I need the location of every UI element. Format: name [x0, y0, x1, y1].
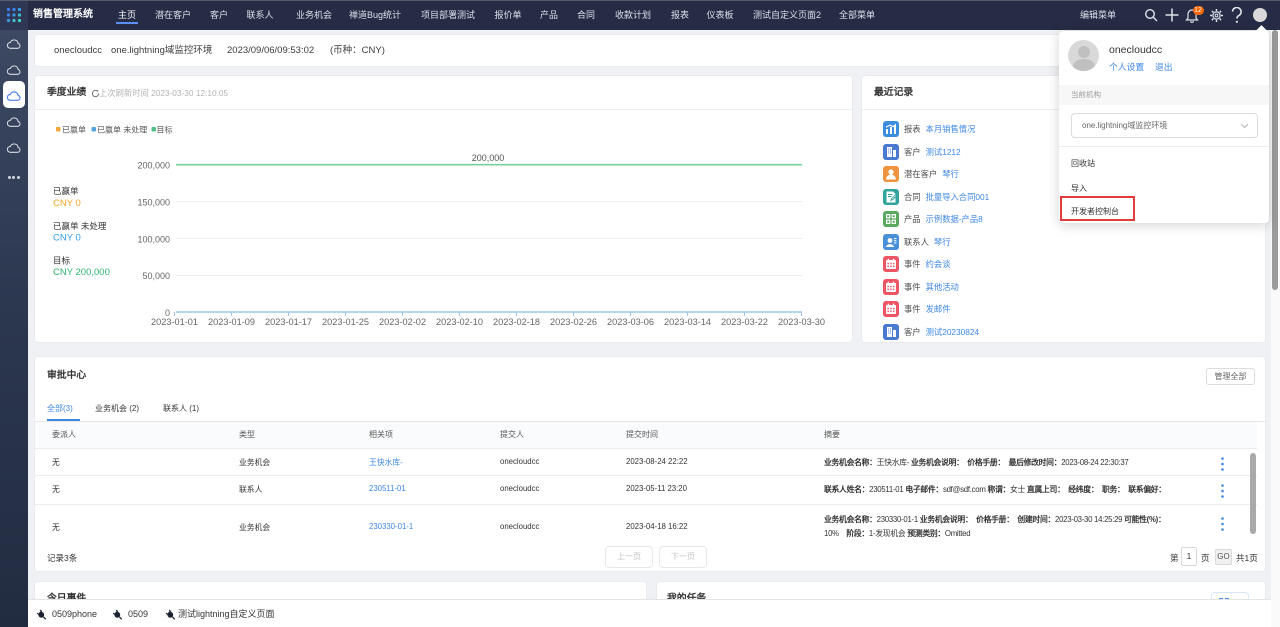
svg-text:150,000: 150,000	[137, 198, 170, 208]
svg-text:CNY 0: CNY 0	[53, 198, 81, 209]
svg-text:2023-01-01: 2023-01-01	[151, 317, 198, 327]
svg-text:100,000: 100,000	[137, 234, 170, 244]
svg-text:2023-01-25: 2023-01-25	[322, 317, 369, 327]
svg-text:2023-02-10: 2023-02-10	[436, 317, 483, 327]
svg-text:已赢单: 已赢单	[62, 125, 86, 135]
svg-text:CNY 0: CNY 0	[53, 233, 81, 244]
svg-text:2023-02-18: 2023-02-18	[493, 317, 540, 327]
svg-text:2023-03-22: 2023-03-22	[721, 317, 768, 327]
svg-text:200,000: 200,000	[472, 153, 505, 163]
svg-text:2023-01-09: 2023-01-09	[208, 317, 255, 327]
svg-text:2023-03-30: 2023-03-30	[778, 317, 825, 327]
svg-text:目标: 目标	[157, 125, 173, 135]
svg-text:2023-02-02: 2023-02-02	[379, 317, 426, 327]
svg-text:CNY 200,000: CNY 200,000	[53, 267, 110, 278]
svg-text:50,000: 50,000	[142, 271, 170, 281]
svg-text:目标: 目标	[53, 256, 71, 266]
svg-text:已赢单 未处理: 已赢单 未处理	[97, 125, 147, 135]
svg-text:2023-01-17: 2023-01-17	[265, 317, 312, 327]
svg-text:2023-03-06: 2023-03-06	[607, 317, 654, 327]
svg-text:已赢单: 已赢单	[53, 186, 79, 196]
svg-text:2023-02-26: 2023-02-26	[550, 317, 597, 327]
svg-text:已赢单 未处理: 已赢单 未处理	[53, 221, 107, 231]
svg-text:200,000: 200,000	[137, 161, 170, 171]
svg-text:2023-03-14: 2023-03-14	[664, 317, 711, 327]
